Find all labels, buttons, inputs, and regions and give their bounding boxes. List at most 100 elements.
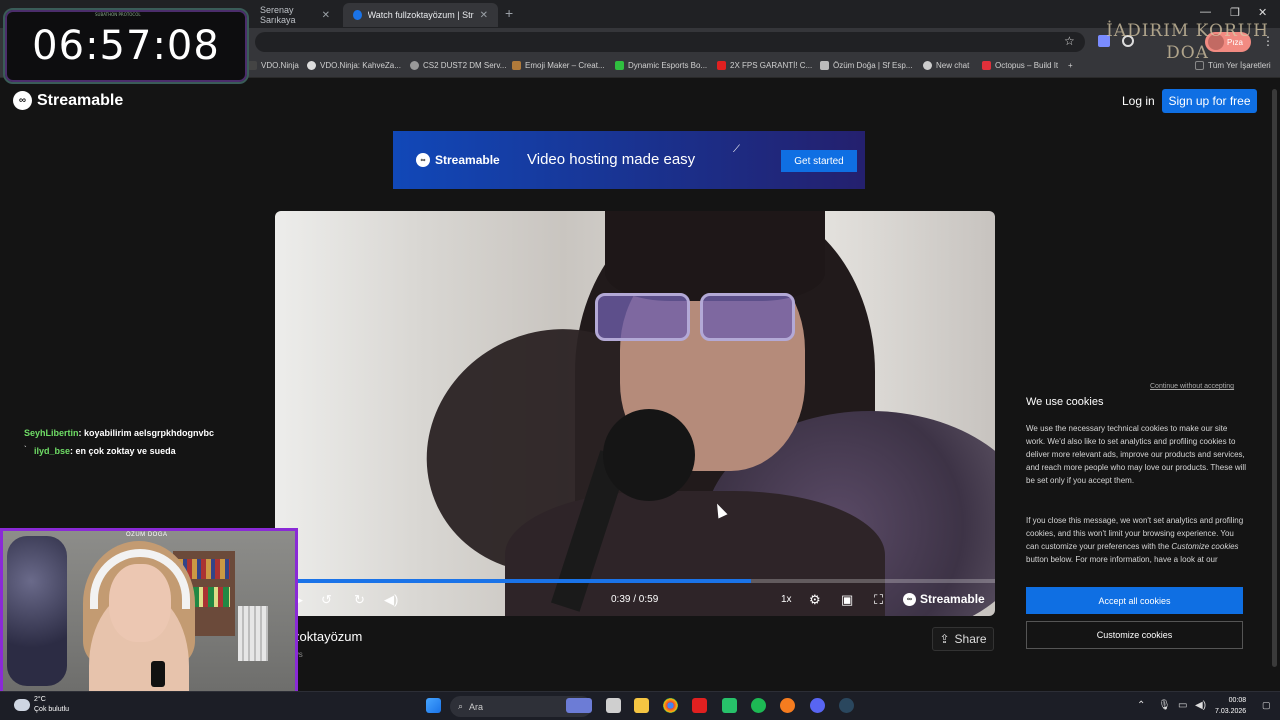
video-frame bbox=[605, 211, 825, 301]
chat-text: : en çok zoktay ve sueda bbox=[70, 446, 176, 456]
volume-icon[interactable]: ◀) bbox=[1195, 700, 1206, 711]
windows-start-icon[interactable] bbox=[426, 698, 441, 713]
tab-label: Serenay Sarıkaya bbox=[260, 5, 296, 25]
close-icon[interactable]: ✕ bbox=[480, 10, 488, 21]
network-icon[interactable]: ▭ bbox=[1178, 700, 1187, 711]
continue-without-accepting-link[interactable]: Continue without accepting bbox=[1150, 383, 1234, 390]
video-player[interactable]: ▶ ↺ ↻ ◀) 0:39 / 0:59 1x ⚙ ▣ ⛶ ∞ Streamab… bbox=[275, 211, 995, 616]
game-app-icon[interactable] bbox=[566, 698, 592, 713]
streamable-favicon-icon bbox=[353, 10, 362, 20]
signup-button[interactable]: Sign up for free bbox=[1162, 89, 1257, 113]
microphone-icon[interactable]: 🎙 bbox=[1158, 700, 1171, 711]
webcam-label: ÖZÜM DOĞA bbox=[126, 532, 168, 538]
promo-banner[interactable]: ∞ Streamable Video hosting made easy ⟋ G… bbox=[393, 131, 865, 189]
spotify-icon[interactable] bbox=[751, 698, 766, 713]
file-explorer-icon[interactable] bbox=[634, 698, 649, 713]
cloud-icon bbox=[14, 699, 30, 711]
plus-icon[interactable]: + bbox=[505, 5, 513, 21]
bookmark-item[interactable]: VDO.Ninja bbox=[248, 61, 299, 70]
cookie-text: If you close this message, we won't set … bbox=[1026, 514, 1248, 566]
notification-icon[interactable]: ▢ bbox=[1262, 700, 1271, 711]
share-label: Share bbox=[954, 632, 987, 646]
stream-overlay-text: İADIRIM KORUH DOA bbox=[1106, 21, 1269, 63]
app-icon[interactable] bbox=[780, 698, 795, 713]
player-brand[interactable]: ∞ Streamable bbox=[903, 592, 985, 606]
bookmark-item[interactable]: New chat bbox=[923, 61, 969, 70]
streamable-logo[interactable]: ∞ Streamable bbox=[13, 91, 123, 110]
volume-icon[interactable]: ◀) bbox=[384, 592, 398, 608]
maximize-icon[interactable]: ❐ bbox=[1230, 6, 1240, 19]
streamable-logo-icon: ∞ bbox=[416, 153, 430, 167]
bookmark-favicon-icon bbox=[307, 61, 316, 70]
picture-in-picture-icon[interactable]: ▣ bbox=[841, 592, 853, 608]
sparkle-icon: ⟋ bbox=[733, 144, 740, 155]
bookmark-item[interactable]: 2X FPS GARANTİ! C... bbox=[717, 61, 812, 70]
login-link[interactable]: Log in bbox=[1122, 94, 1155, 108]
bookmark-label: Dynamic Esports Bo... bbox=[628, 61, 708, 70]
video-frame bbox=[595, 293, 690, 341]
rewind-icon[interactable]: ↺ bbox=[321, 592, 332, 608]
get-started-button[interactable]: Get started bbox=[781, 150, 857, 172]
taskbar: 2°C Çok bulutlu ⌕ Ara ⌃ 🎙 ▭ ◀) 00:08 7.0… bbox=[0, 691, 1280, 720]
cookie-text-part: button below. For more information, have… bbox=[1026, 555, 1218, 564]
more-bookmarks-icon[interactable]: + bbox=[1068, 61, 1073, 70]
bookmark-label: Octopus – Build It bbox=[995, 61, 1059, 70]
star-icon[interactable]: ☆ bbox=[1064, 34, 1075, 48]
bookmark-favicon-icon bbox=[982, 61, 991, 70]
fullscreen-icon[interactable]: ⛶ bbox=[874, 592, 883, 608]
timer-value: 06:57:08 bbox=[32, 23, 220, 69]
streamable-logo-icon: ∞ bbox=[903, 592, 916, 606]
bookmark-favicon-icon bbox=[410, 61, 419, 70]
bookmark-item[interactable]: Emoji Maker – Creat... bbox=[512, 61, 605, 70]
tab-label: Watch fullzoktayözum | Stream bbox=[367, 10, 474, 20]
clock-date: 7.03.2026 bbox=[1215, 708, 1247, 715]
playback-speed[interactable]: 1x bbox=[781, 594, 792, 605]
address-bar[interactable] bbox=[255, 32, 1085, 52]
app-icon[interactable] bbox=[722, 698, 737, 713]
video-frame bbox=[595, 293, 800, 345]
webcam-radiator bbox=[238, 606, 268, 661]
progress-bar[interactable] bbox=[275, 579, 995, 583]
bookmark-item[interactable]: CS2 DUST2 DM Serv... bbox=[410, 61, 506, 70]
discord-icon[interactable] bbox=[810, 698, 825, 713]
bookmark-item[interactable]: VDO.Ninja: KahveZa... bbox=[307, 61, 401, 70]
gear-icon[interactable]: ⚙ bbox=[809, 592, 821, 608]
task-view-icon[interactable] bbox=[606, 698, 621, 713]
banner-logo: ∞ Streamable bbox=[416, 153, 500, 167]
weather-widget[interactable]: 2°C Çok bulutlu bbox=[14, 695, 69, 715]
chrome-icon[interactable] bbox=[663, 698, 678, 713]
tab-streamable[interactable]: Watch fullzoktayözum | Stream ✕ bbox=[343, 3, 498, 27]
bookmark-label: Emoji Maker – Creat... bbox=[525, 61, 605, 70]
tab-serenay[interactable]: Serenay Sarıkaya ✕ bbox=[250, 3, 340, 27]
forward-icon[interactable]: ↻ bbox=[354, 592, 365, 608]
close-window-icon[interactable]: ✕ bbox=[1258, 6, 1267, 19]
close-icon[interactable]: ✕ bbox=[322, 10, 330, 21]
share-button[interactable]: ⇪ Share bbox=[932, 627, 994, 651]
bookmark-favicon-icon bbox=[512, 61, 521, 70]
bookmark-favicon-icon bbox=[615, 61, 624, 70]
minimize-icon[interactable]: — bbox=[1200, 6, 1211, 18]
weather-temp: 2°C bbox=[34, 696, 46, 703]
bookmark-item[interactable]: Dynamic Esports Bo... bbox=[615, 61, 707, 70]
chevron-up-icon[interactable]: ⌃ bbox=[1137, 700, 1145, 711]
timer-caption: SUBATHON PROTOCOL bbox=[95, 12, 141, 17]
accept-all-cookies-button[interactable]: Accept all cookies bbox=[1026, 587, 1243, 614]
cookie-title: We use cookies bbox=[1026, 396, 1104, 408]
bookmark-label: 2X FPS GARANTİ! C... bbox=[730, 61, 813, 70]
bookmark-label: VDO.Ninja: KahveZa... bbox=[320, 61, 401, 70]
scrollbar[interactable] bbox=[1272, 89, 1277, 667]
cookie-dialog: Continue without accepting We use cookie… bbox=[1010, 378, 1260, 663]
banner-tagline: Video hosting made easy bbox=[527, 151, 696, 168]
youtube-icon[interactable] bbox=[692, 698, 707, 713]
customize-cookies-button[interactable]: Customize cookies bbox=[1026, 621, 1243, 649]
player-brand-label: Streamable bbox=[920, 592, 985, 606]
video-title: zoktayözum bbox=[293, 629, 363, 644]
video-frame bbox=[700, 293, 795, 341]
streamable-logo-icon: ∞ bbox=[13, 91, 32, 110]
bookmark-item[interactable]: Octopus – Build It bbox=[982, 61, 1058, 70]
steam-icon[interactable] bbox=[839, 698, 854, 713]
search-icon: ⌕ bbox=[458, 701, 464, 711]
chatgpt-icon bbox=[923, 61, 932, 70]
taskbar-clock[interactable]: 00:08 7.03.2026 bbox=[1215, 695, 1246, 717]
bookmark-item[interactable]: Özüm Doğa | Sf Esp... bbox=[820, 61, 912, 70]
